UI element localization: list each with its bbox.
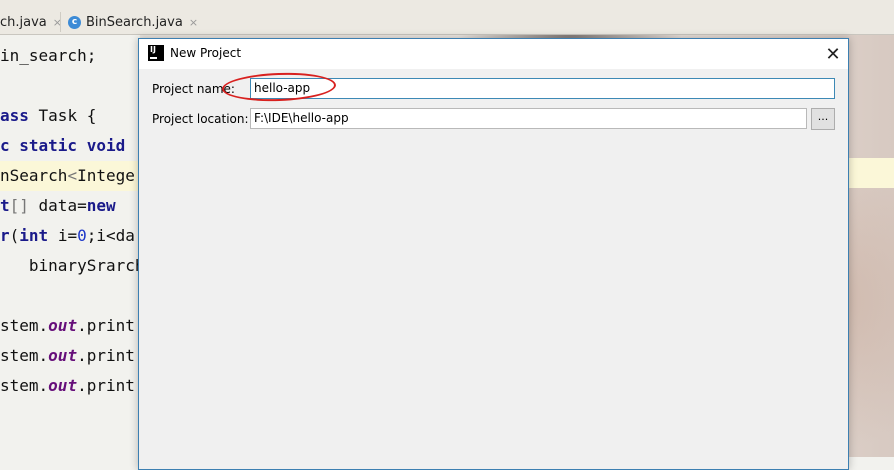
tab-close-icon[interactable]: × bbox=[189, 16, 198, 29]
intellij-app-icon: IJ bbox=[148, 45, 164, 61]
project-location-label: Project location: bbox=[152, 112, 249, 126]
tab-search-java[interactable]: ch.java × bbox=[0, 10, 62, 34]
editor-tab-bar: ch.java × c BinSearch.java × bbox=[0, 0, 894, 35]
code-line-3: ass Task { bbox=[0, 106, 97, 125]
tab-label: BinSearch.java bbox=[86, 14, 183, 30]
tab-binsearch-java[interactable]: c BinSearch.java × bbox=[62, 10, 198, 34]
code-line-7: r(int i=0;i<da bbox=[0, 226, 135, 245]
code-line-4: c static void bbox=[0, 131, 125, 161]
generic-token: < bbox=[67, 166, 78, 185]
current-line-highlight bbox=[846, 158, 894, 188]
keyword-token: c static void bbox=[0, 136, 126, 155]
number-token: 0 bbox=[77, 226, 87, 245]
dialog-title: New Project bbox=[170, 46, 242, 60]
code-line-10: stem.out.print bbox=[0, 316, 135, 335]
code-line-1: in_search; bbox=[0, 46, 97, 65]
new-project-dialog: IJ New Project ✕ Project name: hello-app… bbox=[138, 38, 849, 470]
tab-label: ch.java bbox=[0, 14, 47, 30]
close-icon[interactable]: ✕ bbox=[818, 39, 848, 69]
field-token: out bbox=[48, 346, 78, 365]
keyword-token: r bbox=[0, 226, 10, 245]
field-token: out bbox=[48, 316, 78, 335]
code-editor[interactable]: in_search; ass Task { c static void nSea… bbox=[0, 35, 150, 457]
project-name-input[interactable]: hello-app bbox=[250, 78, 835, 99]
tab-divider bbox=[60, 12, 61, 32]
browse-button[interactable]: ... bbox=[811, 108, 835, 130]
dialog-titlebar[interactable]: IJ New Project ✕ bbox=[139, 39, 848, 69]
keyword-token: new bbox=[86, 196, 116, 215]
bracket-token: [] bbox=[9, 196, 29, 215]
keyword-token: t bbox=[0, 196, 10, 215]
keyword-token: int bbox=[19, 226, 49, 245]
keyword-token: ass bbox=[0, 106, 29, 125]
code-line-12: stem.out.print bbox=[0, 376, 135, 395]
code-line-8: binarySrarch bbox=[0, 256, 145, 275]
field-token: out bbox=[48, 376, 78, 395]
project-location-input[interactable]: F:\IDE\hello-app bbox=[250, 108, 807, 129]
code-line-5: nSearch<Intege bbox=[0, 161, 150, 191]
java-class-icon: c bbox=[68, 15, 81, 29]
code-line-11: stem.out.print bbox=[0, 346, 135, 365]
code-line-6: t[] data=new bbox=[0, 196, 116, 215]
